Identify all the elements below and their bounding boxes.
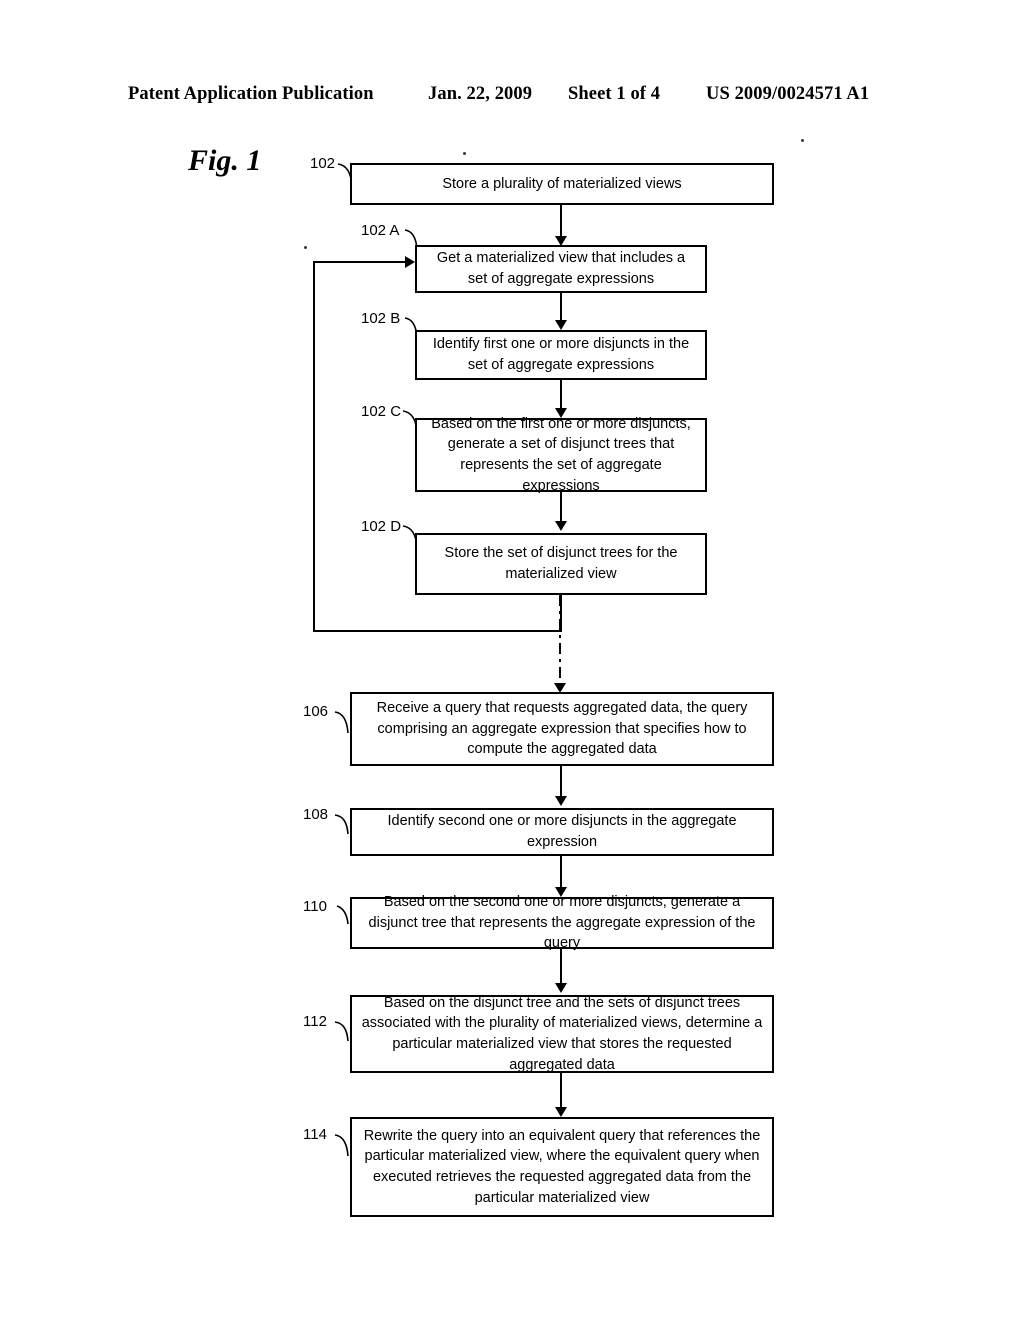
connector-112-to-114: [560, 1073, 562, 1109]
flow-step-102d: Store the set of disjunct trees for the …: [415, 533, 707, 595]
arrowhead-feedback-into-102a: [405, 256, 415, 268]
flow-step-102a-text: Get a materialized view that includes a …: [436, 250, 686, 287]
header-publication-title: Patent Application Publication: [128, 84, 374, 104]
flow-step-112-text: Based on the disjunct tree and the sets …: [361, 994, 763, 1073]
ref-label-102b: 102 B: [361, 310, 401, 327]
flow-step-102b-text: Identify first one or more disjuncts in …: [432, 336, 690, 373]
arrowhead-112-to-114: [555, 1107, 567, 1117]
connector-102-to-102a: [560, 205, 562, 239]
feedback-loop-vertical-left: [313, 261, 315, 632]
patent-figure-page: Patent Application Publication Jan. 22, …: [0, 0, 1024, 1320]
flow-step-102: Store a plurality of materialized views: [350, 163, 774, 205]
connector-106-to-108: [560, 766, 562, 799]
patent-header: Patent Application Publication Jan. 22, …: [128, 84, 896, 110]
ref-label-106: 106: [303, 703, 329, 720]
flow-step-102d-text: Store the set of disjunct trees for the …: [444, 545, 678, 582]
flow-step-114: Rewrite the query into an equivalent que…: [350, 1117, 774, 1217]
arrowhead-110-to-112: [555, 983, 567, 993]
header-patent-number: US 2009/0024571 A1: [706, 84, 870, 104]
flow-step-114-text: Rewrite the query into an equivalent que…: [363, 1127, 761, 1206]
connector-102b-to-102c: [560, 380, 562, 411]
ref-label-110: 110: [303, 898, 327, 915]
flow-step-108-text: Identify second one or more disjuncts in…: [387, 813, 737, 850]
ref-label-108: 108: [303, 806, 329, 823]
ref-label-102d: 102 D: [361, 518, 402, 535]
connector-102c-to-102d: [560, 492, 562, 524]
connector-102a-to-102b: [560, 293, 562, 323]
connector-102d-to-106-dashdot: [559, 595, 561, 687]
arrowhead-102c-to-102d: [555, 521, 567, 531]
feedback-loop-horizontal-top: [313, 261, 405, 263]
ref-label-114: 114: [303, 1126, 327, 1143]
flow-step-102-text: Store a plurality of materialized views: [442, 175, 682, 192]
flow-step-102c: Based on the first one or more disjuncts…: [415, 416, 707, 494]
scan-speckle: [801, 139, 804, 142]
scan-speckle: [463, 152, 466, 155]
header-sheet-number: Sheet 1 of 4: [568, 84, 661, 104]
ref-label-112: 112: [303, 1013, 327, 1030]
flow-step-110: Based on the second one or more disjunct…: [350, 894, 774, 951]
arrowhead-102a-to-102b: [555, 320, 567, 330]
scan-speckle: [304, 246, 307, 249]
connector-108-to-110: [560, 856, 562, 890]
flow-step-112: Based on the disjunct tree and the sets …: [350, 995, 774, 1073]
header-publication-date: Jan. 22, 2009: [428, 84, 533, 104]
flow-step-110-text: Based on the second one or more disjunct…: [368, 894, 756, 952]
ref-label-102c: 102 C: [361, 403, 402, 420]
ref-label-102: 102: [310, 155, 336, 172]
flow-step-108: Identify second one or more disjuncts in…: [350, 808, 774, 856]
flow-step-106-text: Receive a query that requests aggregated…: [376, 700, 748, 758]
connector-110-to-112: [560, 949, 562, 986]
flow-step-106: Receive a query that requests aggregated…: [350, 692, 774, 766]
feedback-loop-horizontal-bottom: [313, 630, 562, 632]
ref-label-102a: 102 A: [361, 222, 400, 239]
arrowhead-106-to-108: [555, 796, 567, 806]
flow-step-102a: Get a materialized view that includes a …: [415, 245, 707, 293]
flow-step-102b: Identify first one or more disjuncts in …: [415, 330, 707, 380]
figure-label: Fig. 1: [188, 144, 262, 177]
flow-step-102c-text: Based on the first one or more disjuncts…: [431, 415, 691, 494]
